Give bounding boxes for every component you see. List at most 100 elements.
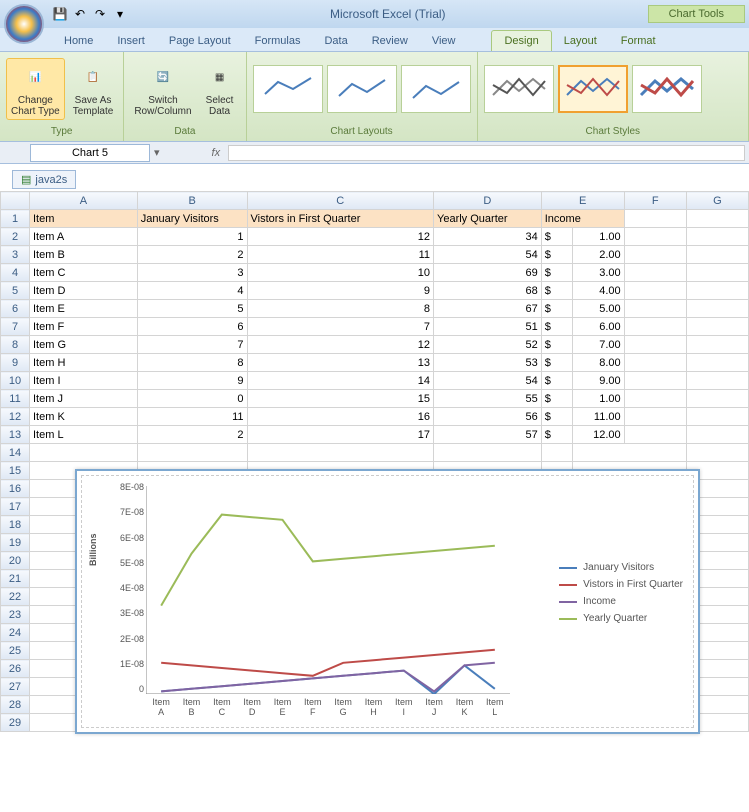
cell[interactable]: 12: [247, 336, 433, 354]
row-header[interactable]: 22: [1, 588, 30, 606]
cell[interactable]: 3.00: [572, 264, 624, 282]
tab-formulas[interactable]: Formulas: [243, 31, 313, 51]
row-header[interactable]: 4: [1, 264, 30, 282]
cell[interactable]: 5: [137, 300, 247, 318]
tab-insert[interactable]: Insert: [105, 31, 157, 51]
col-header-G[interactable]: G: [686, 192, 748, 210]
tab-review[interactable]: Review: [360, 31, 420, 51]
cell[interactable]: 8: [247, 300, 433, 318]
row-header[interactable]: 10: [1, 372, 30, 390]
row-header[interactable]: 14: [1, 444, 30, 462]
tab-design[interactable]: Design: [491, 30, 551, 51]
save-icon[interactable]: 💾: [52, 6, 68, 22]
cell[interactable]: Item C: [30, 264, 138, 282]
cell[interactable]: [624, 210, 686, 228]
cell[interactable]: 7.00: [572, 336, 624, 354]
cell[interactable]: 5.00: [572, 300, 624, 318]
col-header-E[interactable]: E: [541, 192, 624, 210]
cell[interactable]: 2.00: [572, 246, 624, 264]
cell[interactable]: 11: [247, 246, 433, 264]
row-header[interactable]: 18: [1, 516, 30, 534]
row-header[interactable]: 9: [1, 354, 30, 372]
cell[interactable]: [686, 354, 748, 372]
cell[interactable]: [686, 282, 748, 300]
cell[interactable]: [137, 444, 247, 462]
row-header[interactable]: 8: [1, 336, 30, 354]
cell[interactable]: Item L: [30, 426, 138, 444]
cell[interactable]: [624, 372, 686, 390]
select-data-button[interactable]: ▦ Select Data: [200, 59, 240, 119]
row-header[interactable]: 23: [1, 606, 30, 624]
cell[interactable]: [686, 246, 748, 264]
cell[interactable]: Item E: [30, 300, 138, 318]
style-option-2[interactable]: [558, 65, 628, 113]
formula-input[interactable]: [228, 145, 745, 161]
row-header[interactable]: 6: [1, 300, 30, 318]
tab-data[interactable]: Data: [312, 31, 359, 51]
tab-layout[interactable]: Layout: [552, 31, 609, 51]
cell[interactable]: [247, 444, 433, 462]
row-header[interactable]: 24: [1, 624, 30, 642]
cell[interactable]: [624, 408, 686, 426]
cell[interactable]: [686, 336, 748, 354]
name-box[interactable]: Chart 5: [30, 144, 150, 162]
cell[interactable]: [624, 354, 686, 372]
row-header[interactable]: 7: [1, 318, 30, 336]
cell[interactable]: $: [541, 282, 572, 300]
col-header-A[interactable]: A: [30, 192, 138, 210]
cell[interactable]: [686, 210, 748, 228]
cell[interactable]: [434, 444, 542, 462]
redo-icon[interactable]: ↷: [92, 6, 108, 22]
row-header[interactable]: 17: [1, 498, 30, 516]
row-header[interactable]: 27: [1, 678, 30, 696]
chart-plot-area[interactable]: Billions 8E-087E-086E-085E-084E-083E-082…: [81, 475, 694, 728]
row-header[interactable]: 13: [1, 426, 30, 444]
cell[interactable]: $: [541, 372, 572, 390]
cell[interactable]: [624, 318, 686, 336]
cell[interactable]: 14: [247, 372, 433, 390]
cell[interactable]: $: [541, 318, 572, 336]
cell[interactable]: $: [541, 390, 572, 408]
cell[interactable]: 55: [434, 390, 542, 408]
cell[interactable]: 54: [434, 246, 542, 264]
col-header-B[interactable]: B: [137, 192, 247, 210]
cell[interactable]: 8.00: [572, 354, 624, 372]
cell[interactable]: 11.00: [572, 408, 624, 426]
cell[interactable]: 4: [137, 282, 247, 300]
cell[interactable]: Item K: [30, 408, 138, 426]
row-header[interactable]: 19: [1, 534, 30, 552]
office-button[interactable]: [4, 4, 44, 44]
cell[interactable]: 15: [247, 390, 433, 408]
cell[interactable]: [624, 390, 686, 408]
cell[interactable]: [624, 336, 686, 354]
cell[interactable]: 56: [434, 408, 542, 426]
cell[interactable]: 52: [434, 336, 542, 354]
cell[interactable]: [624, 426, 686, 444]
cell[interactable]: 11: [137, 408, 247, 426]
cell[interactable]: 3: [137, 264, 247, 282]
cell[interactable]: Item F: [30, 318, 138, 336]
cell[interactable]: January Visitors: [137, 210, 247, 228]
row-header[interactable]: 5: [1, 282, 30, 300]
cell[interactable]: 67: [434, 300, 542, 318]
cell[interactable]: [686, 300, 748, 318]
col-header-C[interactable]: C: [247, 192, 433, 210]
undo-icon[interactable]: ↶: [72, 6, 88, 22]
cell[interactable]: Item: [30, 210, 138, 228]
cell[interactable]: 4.00: [572, 282, 624, 300]
cell[interactable]: Income: [541, 210, 624, 228]
cell[interactable]: Vistors in First Quarter: [247, 210, 433, 228]
style-option-3[interactable]: [632, 65, 702, 113]
cell[interactable]: [686, 408, 748, 426]
change-chart-type-button[interactable]: 📊 Change Chart Type: [6, 58, 65, 120]
cell[interactable]: [686, 264, 748, 282]
row-header[interactable]: 16: [1, 480, 30, 498]
cell[interactable]: [686, 390, 748, 408]
workbook-tab[interactable]: ▤java2s: [12, 170, 76, 189]
cell[interactable]: $: [541, 228, 572, 246]
cell[interactable]: [624, 246, 686, 264]
cell[interactable]: Item I: [30, 372, 138, 390]
cell[interactable]: Item J: [30, 390, 138, 408]
layout-option-3[interactable]: [401, 65, 471, 113]
cell[interactable]: [624, 300, 686, 318]
